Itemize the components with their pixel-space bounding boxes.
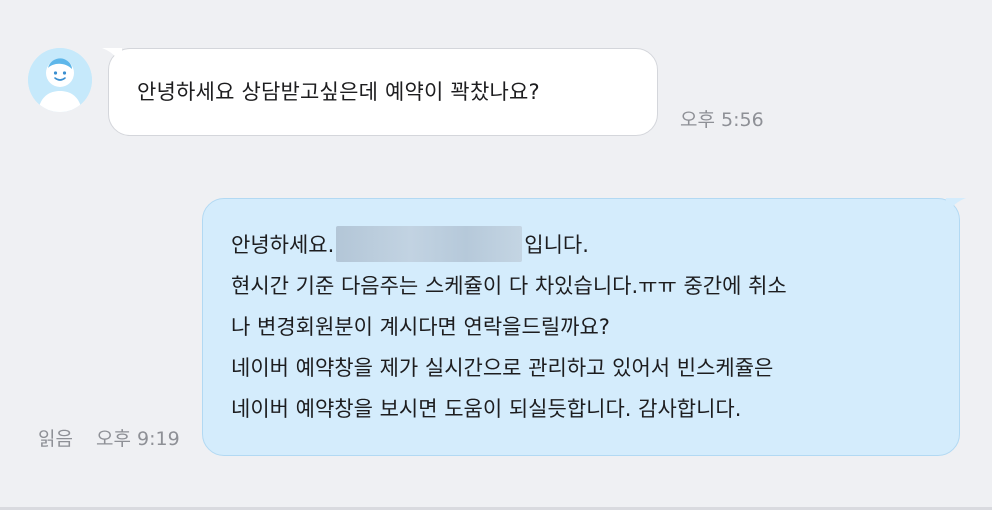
outgoing-message-line-4: 네이버 예약창을 제가 실시간으로 관리하고 있어서 빈스케쥴은 xyxy=(231,356,774,380)
person-icon xyxy=(28,48,92,112)
outgoing-message-line-3: 나 변경회원분이 계시다면 연락을드릴까요? xyxy=(231,315,610,339)
incoming-timestamp: 오후 5:56 xyxy=(680,109,764,131)
outgoing-message-line-2: 현시간 기준 다음주는 스케쥴이 다 차있습니다.ㅠㅠ 중간에 취소 xyxy=(231,274,787,298)
greeting-text: 안녕하세요. xyxy=(231,233,335,257)
greeting-suffix: 입니다. xyxy=(524,233,589,257)
outgoing-message-bubble[interactable]: 안녕하세요. 입니다. 현시간 기준 다음주는 스케쥴이 다 차있습니다.ㅠㅠ 중… xyxy=(202,198,966,456)
read-status: 읽음 xyxy=(38,428,73,450)
outgoing-message-line-5: 네이버 예약창을 보시면 도움이 되실듯합니다. 감사합니다. xyxy=(231,397,742,421)
incoming-message-bubble[interactable]: 안녕하세요 상담받고싶은데 예약이 꽉찼나요? xyxy=(102,48,658,136)
outgoing-message-line-1: 안녕하세요. 입니다. xyxy=(231,225,787,266)
incoming-message-text: 안녕하세요 상담받고싶은데 예약이 꽉찼나요? xyxy=(137,80,540,104)
bubble-tail xyxy=(102,48,122,64)
bubble-tail xyxy=(946,198,966,214)
redacted-name xyxy=(336,226,523,262)
user-avatar[interactable] xyxy=(28,48,92,112)
outgoing-timestamp: 오후 9:19 xyxy=(96,428,180,450)
